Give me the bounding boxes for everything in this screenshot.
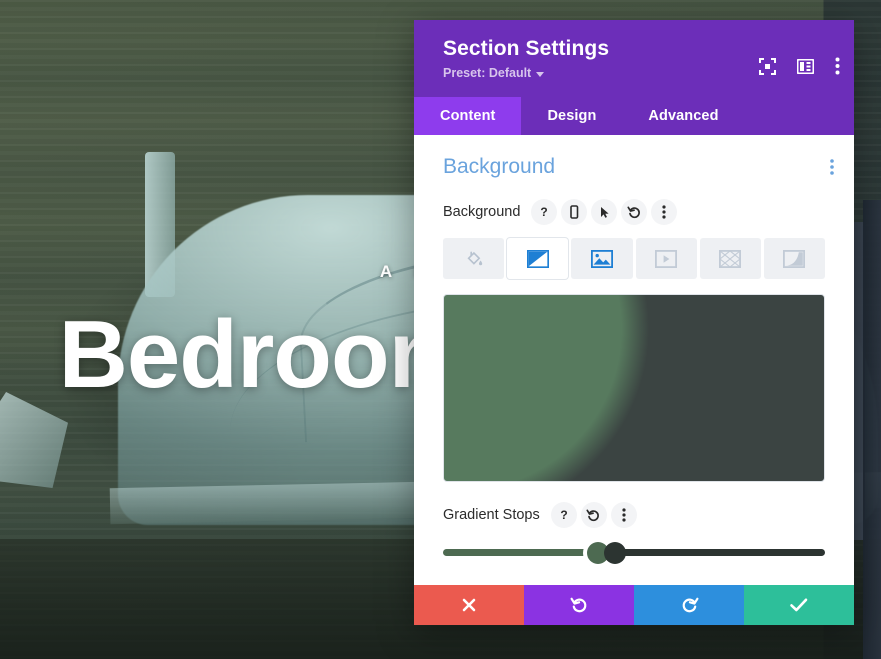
settings-panel: Background Background ? Gradient Stops ? — [414, 135, 854, 585]
modal-footer — [414, 585, 854, 625]
svg-text:?: ? — [541, 205, 548, 219]
save-button[interactable] — [744, 585, 854, 625]
background-image-button[interactable] — [571, 238, 633, 279]
gradient-stop-2[interactable] — [603, 541, 626, 564]
help-icon[interactable]: ? — [531, 199, 558, 225]
background-gradient-button[interactable] — [507, 238, 569, 279]
reset-icon[interactable] — [621, 199, 648, 225]
video-icon — [655, 249, 678, 268]
undo-button[interactable] — [524, 585, 634, 625]
svg-text:?: ? — [560, 508, 567, 522]
image-icon — [590, 249, 613, 268]
background-field-label: Background — [443, 204, 521, 220]
gradient-preview[interactable] — [443, 294, 825, 482]
background-mask-button[interactable] — [763, 238, 826, 279]
background-video-button[interactable] — [635, 238, 697, 279]
chevron-down-icon — [536, 71, 545, 77]
reset-icon[interactable] — [580, 502, 607, 528]
hover-cursor-icon[interactable] — [591, 199, 618, 225]
close-icon — [461, 597, 477, 613]
gradient-stops-field-row: Gradient Stops ? — [414, 502, 854, 528]
redo-icon — [680, 596, 699, 615]
tab-content[interactable]: Content — [414, 97, 522, 135]
help-icon[interactable]: ? — [550, 502, 577, 528]
redo-button[interactable] — [634, 585, 744, 625]
gradient-stops-track[interactable] — [443, 541, 825, 564]
section-more-vertical-icon[interactable] — [830, 159, 834, 175]
background-field-row: Background ? — [414, 199, 854, 225]
mask-icon — [783, 249, 806, 268]
background-pattern-button[interactable] — [699, 238, 761, 279]
responsive-phone-icon[interactable] — [561, 199, 588, 225]
gradient-icon — [526, 249, 549, 268]
background-type-selector — [414, 238, 854, 279]
preset-label: Preset: Default — [443, 66, 532, 81]
background-color-button[interactable] — [443, 238, 505, 279]
more-vertical-icon[interactable] — [610, 502, 637, 528]
gradient-stops-label: Gradient Stops — [443, 507, 540, 523]
modal-header-actions — [759, 57, 840, 75]
section-title: Background — [443, 155, 556, 178]
modal-header: Section Settings Preset: Default — [414, 20, 854, 97]
paint-bucket-icon — [464, 249, 484, 269]
cancel-button[interactable] — [414, 585, 524, 625]
section-settings-modal: Section Settings Preset: Default Content… — [414, 20, 854, 625]
undo-icon — [570, 596, 589, 615]
background-section-header: Background — [414, 155, 854, 179]
modal-tabs: Content Design Advanced — [414, 97, 854, 135]
preset-selector[interactable]: Preset: Default — [443, 66, 545, 81]
gradient-stops-slider-wrap — [414, 541, 854, 564]
check-icon — [789, 597, 809, 613]
layout-panel-icon[interactable] — [797, 58, 814, 74]
more-vertical-icon[interactable] — [835, 57, 840, 75]
more-vertical-icon[interactable] — [651, 199, 678, 225]
tab-design[interactable]: Design — [521, 97, 622, 135]
focus-icon[interactable] — [759, 57, 776, 75]
tab-advanced[interactable]: Advanced — [622, 97, 744, 135]
pattern-icon — [719, 249, 742, 268]
